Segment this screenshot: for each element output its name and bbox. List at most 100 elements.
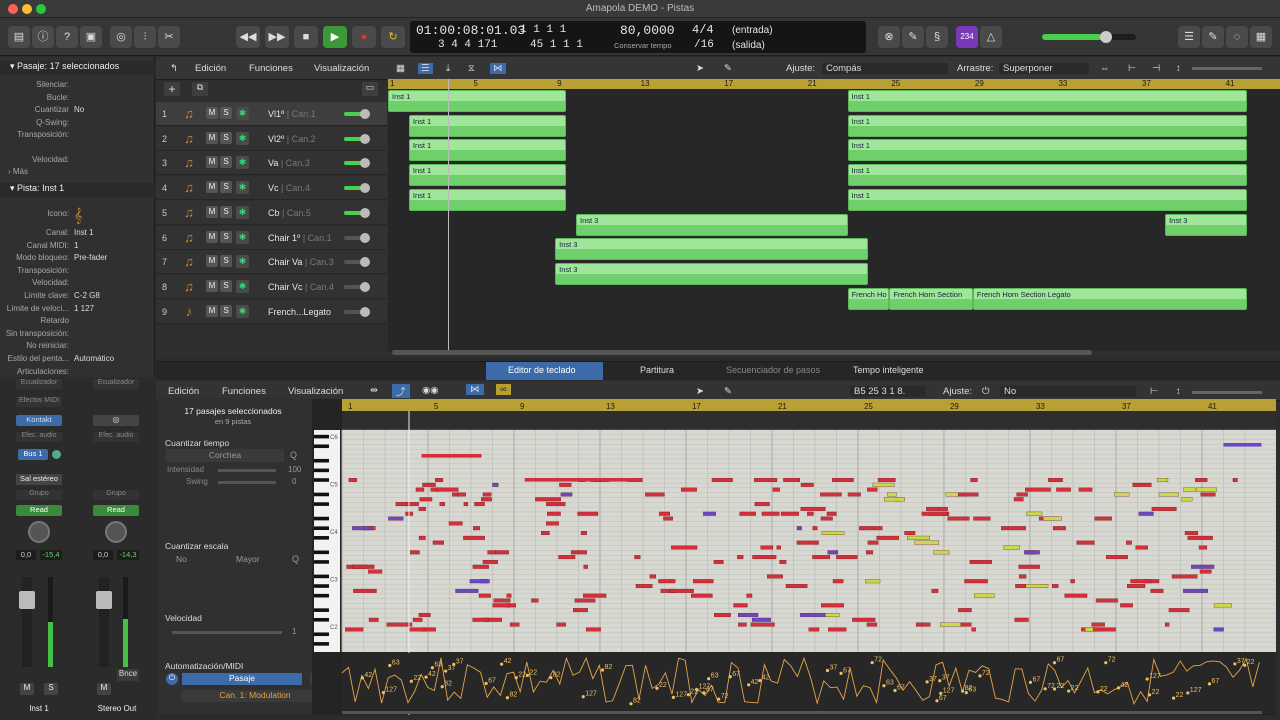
midi-region[interactable]: Inst 1 [408,139,566,162]
track-header[interactable]: 2 ♫ M S ✱ Vl2º | Can.2 [156,126,387,151]
midi-note[interactable] [820,516,833,521]
freeze-icon[interactable]: ✱ [236,131,249,145]
horizontal-scrollbar[interactable] [392,350,1092,355]
midi-note[interactable] [836,555,858,560]
track-header[interactable]: 8 ♫ M S ✱ Chair Vc | Can.4 [156,274,387,299]
midi-note[interactable] [368,617,379,622]
midi-note[interactable] [547,511,561,516]
smart-controls-icon[interactable]: ◎ [110,26,132,48]
midi-note[interactable] [1018,564,1040,569]
tab-score[interactable]: Partitura [640,365,674,375]
midi-note[interactable] [738,622,747,627]
horizontal-zoom-slider[interactable] [1192,67,1262,70]
black-key[interactable] [314,458,329,463]
volume-slider[interactable] [344,306,374,317]
output-slot[interactable]: Sal estéreo [16,474,62,485]
midi-note[interactable] [1191,564,1215,569]
track-name[interactable]: Chair 1º | Can.1 [268,233,332,243]
send-slot[interactable]: Bus 1 [18,449,48,460]
midi-note[interactable] [583,564,588,569]
eq-slot-1[interactable]: Ecualizador [16,379,62,389]
midi-note[interactable] [852,617,876,622]
midi-note[interactable] [970,478,978,482]
midi-note[interactable] [495,550,509,555]
midi-note[interactable] [436,487,459,492]
midi-note[interactable] [1014,617,1029,622]
midi-note[interactable] [1138,511,1154,516]
midi-note[interactable] [828,627,847,632]
midi-note[interactable] [418,506,426,511]
editor-vertical-zoom-icon[interactable]: ↕ [1176,386,1181,397]
midi-note[interactable] [807,511,814,516]
mixer-icon[interactable]: ⫶ [134,26,156,48]
time-quantize-select[interactable]: Corchea [166,449,284,462]
cycle-button[interactable]: ↻ [381,26,405,48]
group-slot-1[interactable]: Grupo [16,490,62,500]
track-param-row[interactable]: Estilo del penta... Automático [0,354,155,366]
midi-note[interactable] [823,613,840,617]
midi-note[interactable] [1181,497,1193,502]
midi-note[interactable] [940,622,964,627]
midi-note[interactable] [751,617,771,622]
pencil-tool-icon[interactable]: ✎ [724,63,732,74]
midi-note[interactable] [800,482,814,487]
volume-slider[interactable] [344,257,374,268]
pan-knob-1[interactable] [28,521,50,543]
track-header[interactable]: 5 ♫ M S ✱ Cb | Can.5 [156,200,387,225]
solo-button[interactable]: S [220,230,232,243]
midi-note[interactable] [692,579,714,584]
violin-icon[interactable]: 𝄞 [74,207,100,227]
catch-playhead-icon[interactable]: ⋈ [466,384,484,395]
midi-note[interactable] [1132,482,1152,487]
catch-icon[interactable]: ⤓ [446,63,450,74]
midi-note[interactable] [560,492,573,497]
midi-note[interactable] [457,492,466,497]
automation-parameter-select[interactable]: Can. 1: Modulation [182,690,328,702]
midi-note[interactable] [1183,588,1208,593]
midi-note[interactable] [463,502,469,507]
midi-note[interactable] [1056,487,1071,492]
track-header[interactable]: 9 ♪ M S ✱ French...Legato [156,299,387,324]
midi-note[interactable] [859,526,883,531]
link-mode-icon[interactable]: ∞ [496,384,511,395]
track-param-row[interactable]: Canal: Inst 1 [0,228,155,240]
track-name[interactable]: Va | Can.3 [268,158,310,168]
automation-lane[interactable] [342,653,1276,713]
midi-note[interactable] [583,593,607,598]
pointer-tool-icon[interactable]: ➤ [696,63,704,74]
midi-note[interactable] [872,482,895,487]
functions-menu[interactable]: Funciones [249,63,293,74]
eq-slot-2[interactable]: Ecualizador [93,379,139,389]
midi-note[interactable] [421,454,482,458]
midi-note[interactable] [877,478,896,482]
midi-note[interactable] [546,502,566,507]
midi-note[interactable] [796,540,819,545]
mute-button[interactable]: M [206,205,218,218]
midi-note[interactable] [412,617,423,622]
midi-note[interactable] [493,598,511,603]
track-name[interactable]: Cb | Can.5 [268,208,311,218]
midi-region[interactable]: French Horn Section Legato [972,287,1247,310]
midi-note[interactable] [800,506,826,511]
send-knob[interactable] [52,450,61,459]
midi-note[interactable] [469,579,490,584]
midi-note[interactable] [820,492,842,497]
midi-note[interactable] [580,531,587,535]
lcd-display[interactable]: 01:00:08:01.03 1 1 1 1 3 4 4 171 45 1 1 … [410,21,866,53]
midi-note[interactable] [463,535,485,540]
midi-note[interactable] [876,535,900,540]
midi-note[interactable] [409,627,426,632]
playhead[interactable] [448,79,449,351]
editors-icon[interactable]: ✂ [158,26,180,48]
midi-region[interactable]: Inst 1 [847,114,1247,137]
midi-note[interactable] [418,613,431,617]
pencil-icon[interactable]: ✎ [902,26,924,48]
midi-note[interactable] [907,535,930,540]
piano-ruler[interactable] [342,399,1276,411]
midi-note[interactable] [482,559,498,564]
region-inspector-header[interactable]: ▾ Pasaje: 17 seleccionados [0,61,155,75]
group-slot-2[interactable]: Grupo [93,490,139,500]
midi-note[interactable] [509,622,520,627]
flex-icon[interactable]: ⋈ [490,63,506,74]
midi-note[interactable] [1120,603,1133,608]
